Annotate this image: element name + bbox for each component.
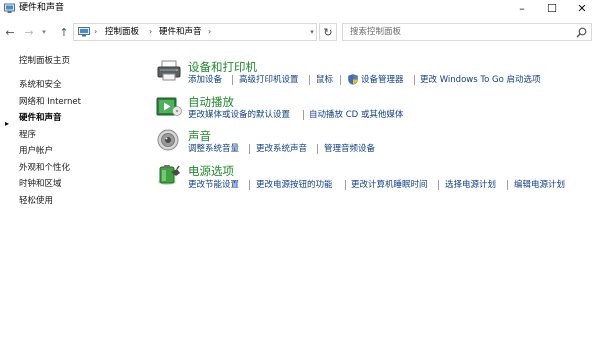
- link-change-system-sounds[interactable]: 更改系统声音: [256, 143, 307, 155]
- link-manage-audio-devices[interactable]: 管理音频设备: [324, 143, 375, 155]
- link-adjust-volume[interactable]: 调整系统音量: [188, 143, 239, 155]
- navigation-bar: ← → ▾ ↑ › 控制面板 › 硬件和声音 › ▾ ↻ 搜索控制面板: [0, 19, 600, 45]
- sidebar-item-user-accounts[interactable]: 用户帐户: [19, 145, 53, 157]
- sidebar-item-programs[interactable]: 程序: [19, 129, 36, 141]
- link-divider: [303, 110, 304, 120]
- link-add-device[interactable]: 添加设备: [188, 74, 222, 86]
- search-placeholder: 搜索控制面板: [350, 27, 402, 37]
- address-dropdown-icon[interactable]: ▾: [307, 23, 317, 41]
- breadcrumb-separator[interactable]: ›: [94, 26, 97, 38]
- window-title: 硬件和声音: [19, 3, 65, 13]
- link-divider: [249, 144, 250, 154]
- link-mouse[interactable]: 鼠标: [316, 74, 333, 86]
- battery-icon[interactable]: [156, 164, 182, 186]
- link-divider: [438, 180, 439, 190]
- category-title-power-options[interactable]: 电源选项: [188, 164, 234, 178]
- sidebar-item-ease-of-access[interactable]: 轻松使用: [19, 195, 53, 207]
- breadcrumb-hardware-sound[interactable]: 硬件和声音: [159, 26, 202, 38]
- up-arrow-icon[interactable]: ↑: [57, 23, 71, 41]
- search-icon[interactable]: [576, 27, 587, 38]
- link-windows-to-go[interactable]: 更改 Windows To Go 启动选项: [420, 74, 541, 86]
- category-title-devices-printers[interactable]: 设备和打印机: [188, 60, 257, 74]
- sidebar-item-appearance[interactable]: 外观和个性化: [19, 162, 70, 174]
- link-divider: [340, 75, 341, 85]
- control-panel-icon: [78, 27, 90, 37]
- link-choose-power-plan[interactable]: 选择电源计划: [445, 179, 496, 191]
- refresh-icon[interactable]: ↻: [319, 23, 337, 41]
- sidebar-home-link[interactable]: 控制面板主页: [19, 55, 70, 67]
- maximize-button[interactable]: ☐: [537, 0, 567, 17]
- active-marker-icon: ▸: [5, 119, 10, 128]
- title-bar: 硬件和声音 – ☐ ✕: [0, 0, 600, 17]
- category-title-sound[interactable]: 声音: [188, 129, 211, 143]
- link-divider: [317, 144, 318, 154]
- breadcrumb-separator[interactable]: ›: [149, 26, 152, 38]
- link-autoplay-cd[interactable]: 自动播放 CD 或其他媒体: [309, 109, 403, 121]
- address-bar[interactable]: › 控制面板 › 硬件和声音 ›: [73, 23, 317, 41]
- uac-shield-icon: [348, 74, 358, 85]
- link-device-manager[interactable]: 设备管理器: [361, 74, 404, 86]
- breadcrumb-separator[interactable]: ›: [208, 26, 211, 38]
- link-divider: [232, 75, 233, 85]
- sidebar-item-clock-region[interactable]: 时钟和区域: [19, 178, 62, 190]
- control-panel-icon: [4, 3, 15, 13]
- link-sleep-time[interactable]: 更改计算机睡眠时间: [351, 179, 428, 191]
- link-divider: [507, 180, 508, 190]
- recent-locations-dropdown-icon[interactable]: ▾: [40, 23, 48, 41]
- minimize-button[interactable]: –: [507, 0, 537, 17]
- link-advanced-printer-setup[interactable]: 高级打印机设置: [239, 74, 299, 86]
- search-input[interactable]: 搜索控制面板: [342, 23, 592, 41]
- sidebar-item-hardware-sound: 硬件和声音: [19, 113, 62, 123]
- category-title-autoplay[interactable]: 自动播放: [188, 95, 234, 109]
- close-button[interactable]: ✕: [567, 0, 597, 17]
- link-change-power-saving[interactable]: 更改节能设置: [188, 179, 239, 191]
- sidebar-item-network-internet[interactable]: 网络和 Internet: [19, 96, 81, 108]
- back-arrow-icon[interactable]: ←: [3, 23, 17, 41]
- forward-arrow-icon[interactable]: →: [22, 23, 36, 41]
- link-divider: [414, 75, 415, 85]
- link-divider: [345, 180, 346, 190]
- breadcrumb-control-panel[interactable]: 控制面板: [105, 26, 139, 38]
- link-divider: [309, 75, 310, 85]
- link-divider: [249, 180, 250, 190]
- sidebar-item-system-security[interactable]: 系统和安全: [19, 79, 62, 91]
- link-power-button-function[interactable]: 更改电源按钮的功能: [256, 179, 333, 191]
- speaker-icon[interactable]: [156, 129, 182, 151]
- link-change-media-defaults[interactable]: 更改媒体或设备的默认设置: [188, 109, 290, 121]
- printer-icon[interactable]: [156, 60, 182, 82]
- link-edit-power-plan[interactable]: 编辑电源计划: [514, 179, 565, 191]
- autoplay-icon[interactable]: [156, 96, 182, 118]
